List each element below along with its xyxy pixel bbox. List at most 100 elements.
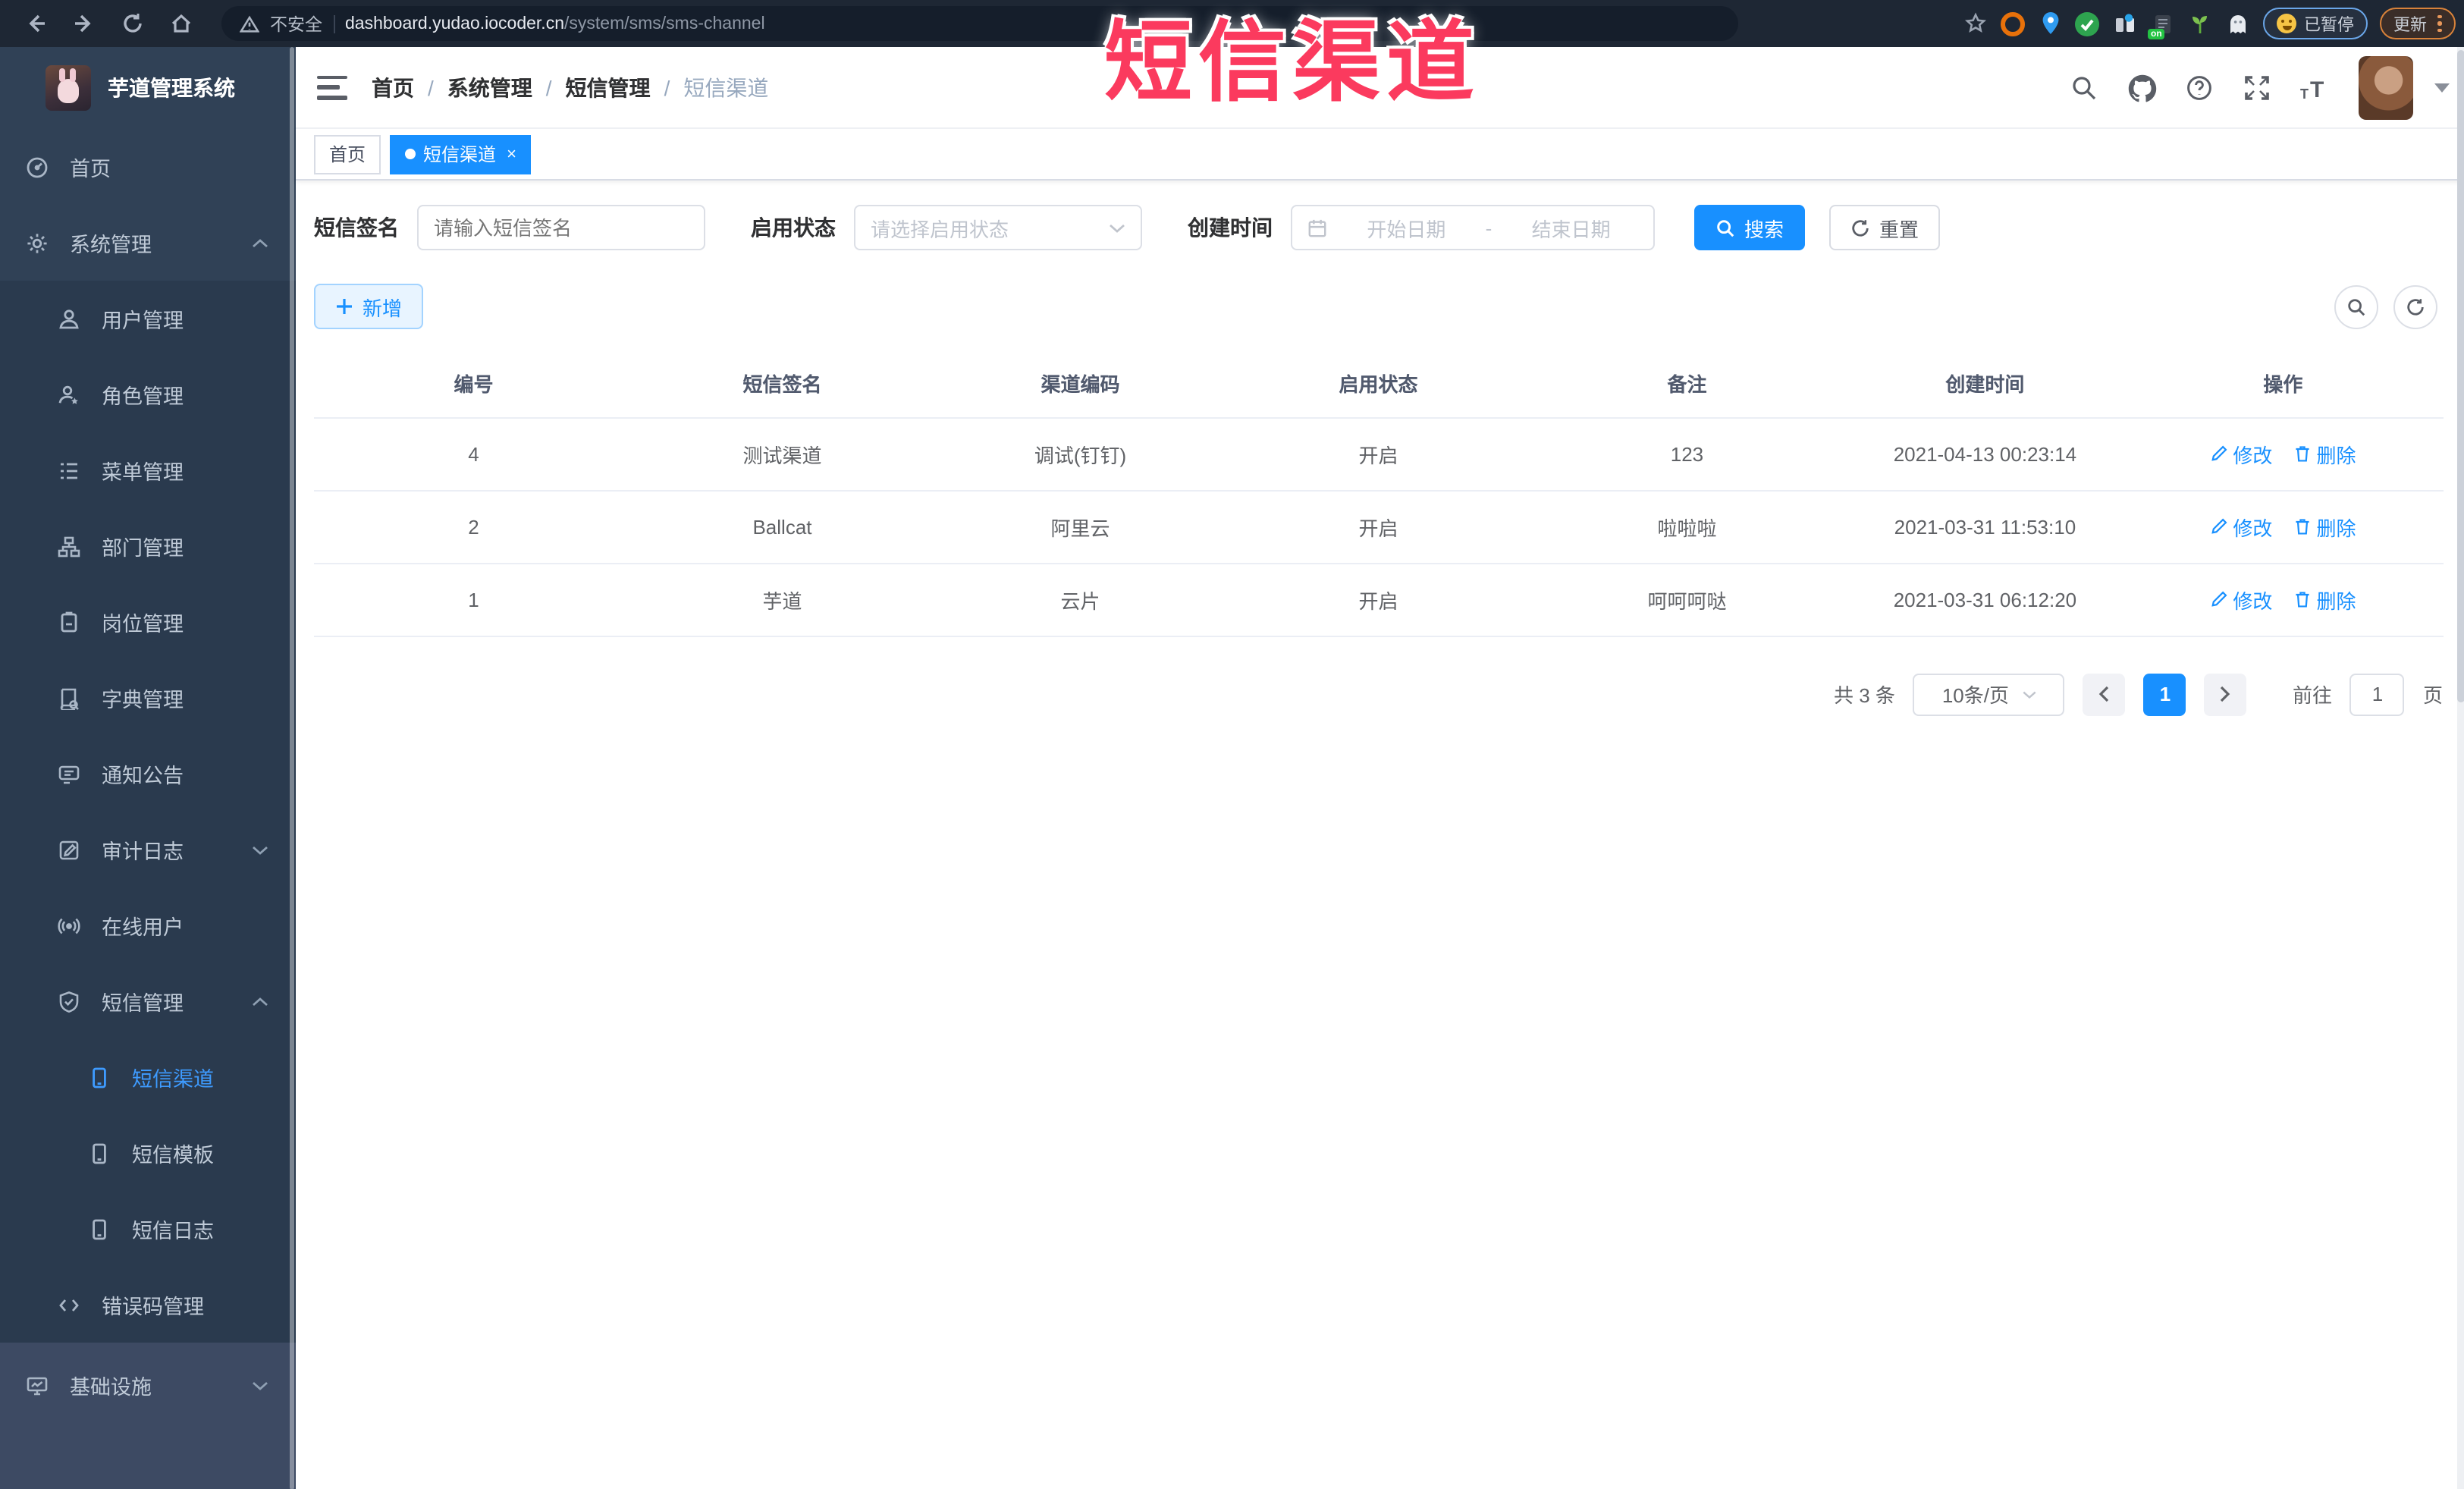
extension-check-icon[interactable] xyxy=(2075,11,2099,36)
sidebar-item-error-code[interactable]: 错误码管理 xyxy=(0,1267,296,1343)
sidebar-item-system[interactable]: 系统管理 xyxy=(0,205,296,281)
sidebar-item-notice[interactable]: 通知公告 xyxy=(0,736,296,812)
delete-link[interactable]: 删除 xyxy=(2293,512,2356,541)
hamburger-icon[interactable] xyxy=(317,75,347,99)
sidebar-item-sms-template[interactable]: 短信模板 xyxy=(0,1115,296,1191)
extension-pin-icon[interactable] xyxy=(2037,11,2063,36)
sidebar-item-infrastructure[interactable]: 基础设施 xyxy=(0,1343,296,1428)
sidebar-item-depts[interactable]: 部门管理 xyxy=(0,508,296,584)
toggle-search-button[interactable] xyxy=(2334,285,2378,329)
sidebar-item-users[interactable]: 用户管理 xyxy=(0,281,296,357)
date-range-picker[interactable]: 开始日期 - 结束日期 xyxy=(1291,205,1655,250)
avatar[interactable] xyxy=(2358,56,2412,120)
col-id: 编号 xyxy=(314,350,634,418)
extension-plant-icon[interactable] xyxy=(2187,11,2213,36)
sidebar-item-menus[interactable]: 菜单管理 xyxy=(0,432,296,508)
sidebar-item-sms-log[interactable]: 短信日志 xyxy=(0,1191,296,1267)
sidebar-item-home[interactable]: 首页 xyxy=(0,129,296,205)
edit-link[interactable]: 修改 xyxy=(2210,439,2272,468)
extension-on-badge-icon[interactable]: on xyxy=(2148,11,2175,39)
sidebar-item-label: 用户管理 xyxy=(102,309,184,332)
sign-input-field[interactable] xyxy=(434,216,689,239)
chrome-menu-icon[interactable] xyxy=(2437,14,2441,33)
extension-grid-icon[interactable] xyxy=(2111,11,2137,36)
delete-link[interactable]: 删除 xyxy=(2293,585,2356,614)
add-button[interactable]: 新增 xyxy=(314,284,424,329)
extension-orange-ring-icon[interactable] xyxy=(2001,11,2025,36)
tab-sms-channel[interactable]: 短信渠道 × xyxy=(390,134,532,174)
forward-icon[interactable] xyxy=(64,7,103,40)
paused-extension-badge[interactable]: 已暂停 xyxy=(2263,8,2368,39)
url-text[interactable]: dashboard.yudao.iocoder.cn/system/sms/sm… xyxy=(345,14,765,33)
edit-link[interactable]: 修改 xyxy=(2210,512,2272,541)
sidebar-scrollbar[interactable] xyxy=(290,47,294,1489)
extension-ghost-icon[interactable] xyxy=(2225,11,2251,36)
delete-link[interactable]: 删除 xyxy=(2293,439,2356,468)
breadcrumb-sms[interactable]: 短信管理 xyxy=(566,72,651,102)
goto-page-input[interactable] xyxy=(2349,673,2405,715)
rabbit-logo xyxy=(46,65,91,111)
sign-input[interactable] xyxy=(417,205,705,250)
edit-link[interactable]: 修改 xyxy=(2210,585,2272,614)
menu-tree-icon xyxy=(58,459,80,482)
table-row: 2 Ballcat 阿里云 开启 啦啦啦 2021-03-31 11:53:10… xyxy=(314,490,2443,564)
font-size-icon[interactable]: TT xyxy=(2300,74,2327,102)
shield-icon xyxy=(58,990,80,1013)
user-icon xyxy=(58,307,80,330)
edit-icon xyxy=(2211,445,2227,461)
page-number-button[interactable]: 1 xyxy=(2143,673,2186,715)
search-button[interactable]: 搜索 xyxy=(1694,205,1806,250)
refresh-table-button[interactable] xyxy=(2393,285,2437,329)
sidebar-item-label: 短信渠道 xyxy=(132,1068,214,1091)
cell-status: 开启 xyxy=(1229,490,1527,564)
cell-remark: 123 xyxy=(1527,417,1847,491)
search-icon[interactable] xyxy=(2070,74,2097,102)
back-icon[interactable] xyxy=(15,7,55,40)
help-icon[interactable] xyxy=(2185,74,2212,102)
security-label[interactable]: 不安全 xyxy=(270,11,322,36)
sms-channel-table: 编号 短信签名 渠道编码 启用状态 备注 创建时间 操作 4 测试渠道 调试(钉… xyxy=(314,350,2443,636)
github-icon[interactable] xyxy=(2127,74,2156,102)
chrome-update-button[interactable]: 更新 xyxy=(2380,8,2455,39)
sidebar-item-online-users[interactable]: 在线用户 xyxy=(0,887,296,963)
tab-home[interactable]: 首页 xyxy=(314,134,381,174)
emoji-icon xyxy=(2277,14,2296,33)
page-size-select[interactable]: 10条/页 xyxy=(1913,673,2065,715)
app-logo-row[interactable]: 芋道管理系统 xyxy=(0,47,296,129)
reload-icon[interactable] xyxy=(112,7,152,40)
search-icon xyxy=(1717,219,1734,237)
sidebar-item-posts[interactable]: 岗位管理 xyxy=(0,584,296,660)
url-separator xyxy=(333,14,334,33)
fullscreen-icon[interactable] xyxy=(2243,74,2270,102)
user-menu[interactable] xyxy=(2358,56,2449,120)
sidebar-item-audit-log[interactable]: 审计日志 xyxy=(0,812,296,887)
breadcrumb-separator: / xyxy=(664,75,670,99)
browser-actions: on 已暂停 更新 xyxy=(1963,0,2455,47)
close-tab-icon[interactable]: × xyxy=(507,145,516,163)
chevron-up-icon xyxy=(252,237,268,248)
bookmark-star-icon[interactable] xyxy=(1963,11,1988,36)
scrollbar-thumb[interactable] xyxy=(2456,50,2464,702)
sidebar-item-dict[interactable]: 字典管理 xyxy=(0,660,296,736)
gear-icon xyxy=(26,231,49,254)
navbar-actions: TT xyxy=(2070,47,2449,129)
home-icon[interactable] xyxy=(161,7,200,40)
prev-page-button[interactable] xyxy=(2083,673,2126,715)
on-badge: on xyxy=(2148,29,2165,39)
sidebar-item-sms-channel[interactable]: 短信渠道 xyxy=(0,1039,296,1115)
refresh-icon xyxy=(2406,299,2423,316)
sidebar-item-sms[interactable]: 短信管理 xyxy=(0,963,296,1039)
reset-button[interactable]: 重置 xyxy=(1829,205,1941,250)
chevron-down-icon xyxy=(252,844,268,855)
address-bar[interactable]: 不安全 dashboard.yudao.iocoder.cn/system/sm… xyxy=(221,6,1738,41)
next-page-button[interactable] xyxy=(2204,673,2247,715)
breadcrumb-system[interactable]: 系统管理 xyxy=(447,72,532,102)
breadcrumb-home[interactable]: 首页 xyxy=(372,72,414,102)
sidebar-item-roles[interactable]: 角色管理 xyxy=(0,357,296,432)
cell-status: 开启 xyxy=(1229,417,1527,491)
status-select[interactable]: 请选择启用状态 xyxy=(854,205,1142,250)
caret-down-icon xyxy=(2434,83,2449,93)
page-scrollbar[interactable] xyxy=(2456,47,2464,1489)
page-unit: 页 xyxy=(2422,684,2443,707)
update-label: 更新 xyxy=(2393,16,2427,34)
